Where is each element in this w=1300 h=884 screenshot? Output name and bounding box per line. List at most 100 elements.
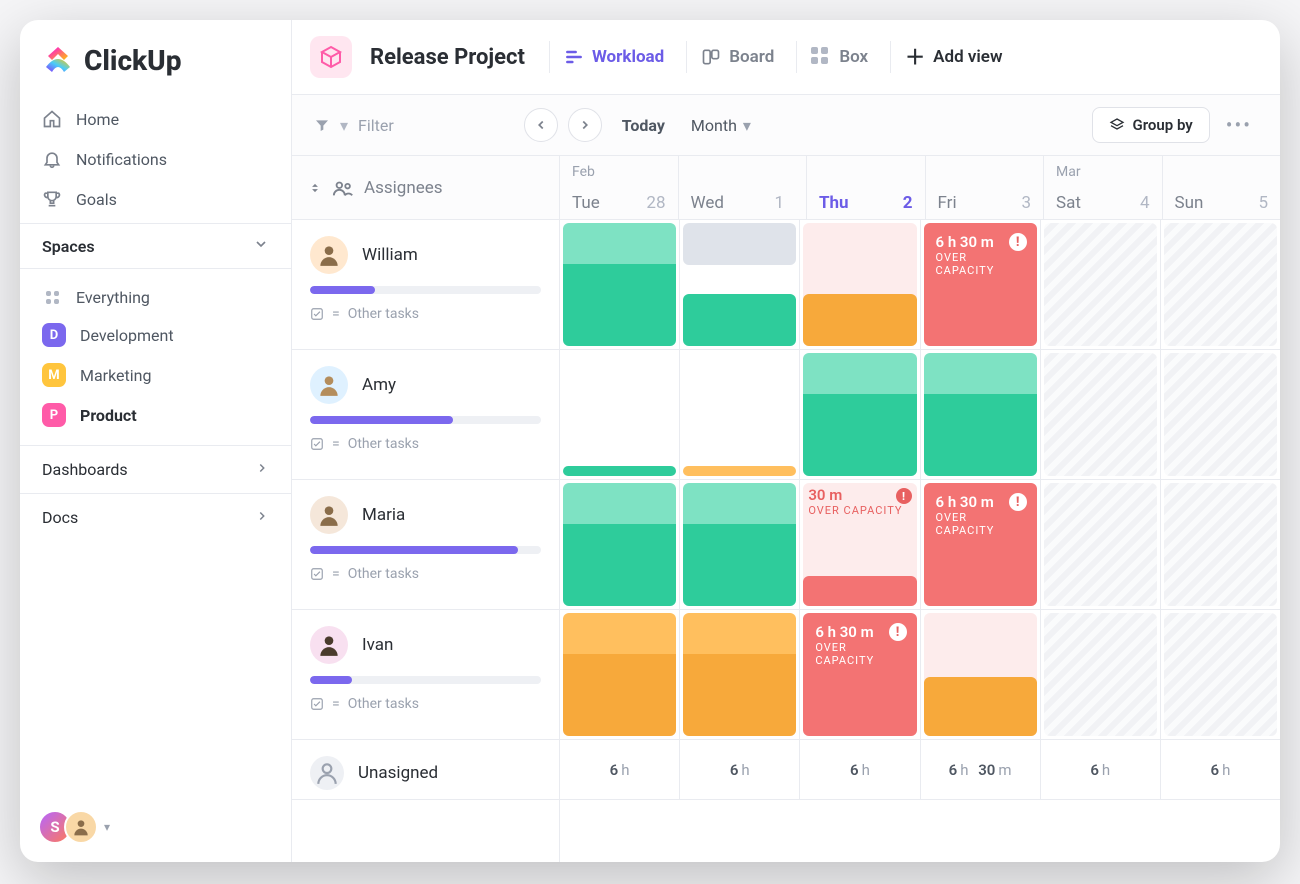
avatar — [310, 366, 348, 404]
assignee-row-maria[interactable]: Maria = Other tasks — [292, 480, 559, 610]
calendar-column: Feb Tue28 Wed1 Thu2 Fri3 — [560, 156, 1280, 862]
assignee-row-ivan[interactable]: Ivan = Other tasks — [292, 610, 559, 740]
cal-cell[interactable] — [1040, 480, 1160, 609]
chevron-down-icon: ▾ — [340, 116, 348, 135]
nav-notifications-label: Notifications — [76, 150, 167, 169]
chevron-down-icon — [253, 236, 269, 256]
cal-cell[interactable] — [560, 480, 679, 609]
cal-cell[interactable] — [679, 350, 799, 479]
cal-cell[interactable] — [1160, 610, 1280, 739]
layers-icon — [1109, 117, 1125, 133]
tab-board-label: Board — [729, 47, 774, 67]
day-header-thu[interactable]: Thu2 — [806, 156, 925, 219]
trophy-icon — [42, 189, 62, 209]
cal-cell[interactable] — [920, 610, 1040, 739]
nav-notifications[interactable]: Notifications — [20, 139, 291, 179]
toolbar: ▾ Filter Today Month ▾ Group by ••• — [292, 95, 1280, 156]
assignee-header-label: Assignees — [364, 178, 443, 198]
user-avatars[interactable]: S ▾ — [38, 810, 110, 844]
filter-button[interactable]: ▾ Filter — [314, 116, 394, 135]
nav-home[interactable]: Home — [20, 99, 291, 139]
cal-cell[interactable] — [560, 220, 679, 349]
day-header-sun[interactable]: Sun5 — [1162, 156, 1281, 219]
other-tasks-toggle[interactable]: = Other tasks — [310, 306, 541, 322]
other-tasks-toggle[interactable]: = Other tasks — [310, 566, 541, 582]
assignee-name: Maria — [362, 505, 405, 525]
cal-cell[interactable]: 6 h 30 m OVER CAPACITY ! — [920, 480, 1040, 609]
other-tasks-toggle[interactable]: = Other tasks — [310, 696, 541, 712]
space-everything[interactable]: Everything — [20, 279, 291, 315]
cal-cell[interactable] — [1160, 220, 1280, 349]
cal-cell[interactable] — [1040, 350, 1160, 479]
tab-board[interactable]: Board — [686, 41, 788, 73]
cal-cell[interactable] — [679, 610, 799, 739]
assignee-row-amy[interactable]: Amy = Other tasks — [292, 350, 559, 480]
chevron-right-icon — [255, 460, 269, 479]
equals-icon: = — [332, 306, 340, 322]
day-header-wed[interactable]: Wed1 — [678, 156, 797, 219]
month-label: Mar — [1056, 164, 1150, 180]
avatar-photo — [64, 810, 98, 844]
day-header-tue[interactable]: Feb Tue28 — [560, 156, 678, 219]
cal-cell[interactable] — [1160, 350, 1280, 479]
other-tasks-toggle[interactable]: = Other tasks — [310, 436, 541, 452]
nav-dashboards[interactable]: Dashboards — [20, 445, 291, 493]
range-select[interactable]: Month ▾ — [691, 116, 751, 135]
bell-icon — [42, 149, 62, 169]
checkbox-icon — [310, 567, 324, 581]
space-marketing[interactable]: M Marketing — [20, 355, 291, 395]
group-by-button[interactable]: Group by — [1092, 107, 1210, 143]
cal-cell[interactable]: 6 h 30 m OVER CAPACITY ! — [920, 220, 1040, 349]
add-view-button[interactable]: ＋ Add view — [890, 41, 1016, 73]
spaces-header[interactable]: Spaces — [20, 223, 291, 269]
warning-icon: ! — [896, 488, 912, 504]
assignee-row-william[interactable]: William = Other tasks — [292, 220, 559, 350]
more-button[interactable]: ••• — [1220, 113, 1258, 137]
clickup-logo-icon — [42, 45, 74, 77]
progress-bar — [310, 546, 541, 554]
nav-docs-label: Docs — [42, 508, 78, 527]
space-product[interactable]: P Product — [20, 395, 291, 435]
prev-button[interactable] — [524, 108, 558, 142]
nav-home-label: Home — [76, 110, 119, 129]
day-header-sat[interactable]: Mar Sat4 — [1043, 156, 1162, 219]
home-icon — [42, 109, 62, 129]
box-icon — [811, 47, 831, 67]
brand-logo[interactable]: ClickUp — [20, 20, 291, 95]
progress-bar — [310, 286, 541, 294]
cal-row-footer: 6h 6h 6h 6h 30m 6h 6h — [560, 740, 1280, 800]
cal-cell[interactable]: 6 h 30 m OVER CAPACITY ! — [799, 610, 919, 739]
tab-workload[interactable]: Workload — [549, 41, 678, 73]
avatar — [310, 236, 348, 274]
cal-cell[interactable] — [679, 480, 799, 609]
cal-cell[interactable] — [560, 610, 679, 739]
cal-cell[interactable] — [799, 350, 919, 479]
cal-cell[interactable]: 30 m OVER CAPACITY ! — [799, 480, 919, 609]
nav-docs[interactable]: Docs — [20, 493, 291, 541]
today-button[interactable]: Today — [622, 116, 665, 135]
cal-cell[interactable] — [679, 220, 799, 349]
checkbox-icon — [310, 437, 324, 451]
cal-cell[interactable] — [1040, 610, 1160, 739]
cal-row-william: 6 h 30 m OVER CAPACITY ! — [560, 220, 1280, 350]
cal-cell[interactable] — [920, 350, 1040, 479]
board-icon — [701, 47, 721, 67]
capacity-cell: 6h — [1040, 740, 1160, 799]
cal-cell[interactable] — [799, 220, 919, 349]
day-header-fri[interactable]: Fri3 — [925, 156, 1044, 219]
nav-goals[interactable]: Goals — [20, 179, 291, 219]
assignee-name: William — [362, 245, 418, 265]
cal-cell[interactable] — [560, 350, 679, 479]
cal-cell[interactable] — [1040, 220, 1160, 349]
assignee-row-unassigned[interactable]: Unasigned — [292, 740, 559, 800]
capacity-cell: 6h — [560, 740, 679, 799]
capacity-cell: 6h 30m — [920, 740, 1040, 799]
cal-cell[interactable] — [1160, 480, 1280, 609]
filter-icon — [314, 117, 330, 133]
assignee-header[interactable]: Assignees — [292, 156, 559, 220]
space-development[interactable]: D Development — [20, 315, 291, 355]
plus-icon: ＋ — [905, 47, 925, 67]
add-view-label: Add view — [933, 47, 1002, 67]
next-button[interactable] — [568, 108, 602, 142]
tab-box[interactable]: Box — [796, 41, 882, 73]
